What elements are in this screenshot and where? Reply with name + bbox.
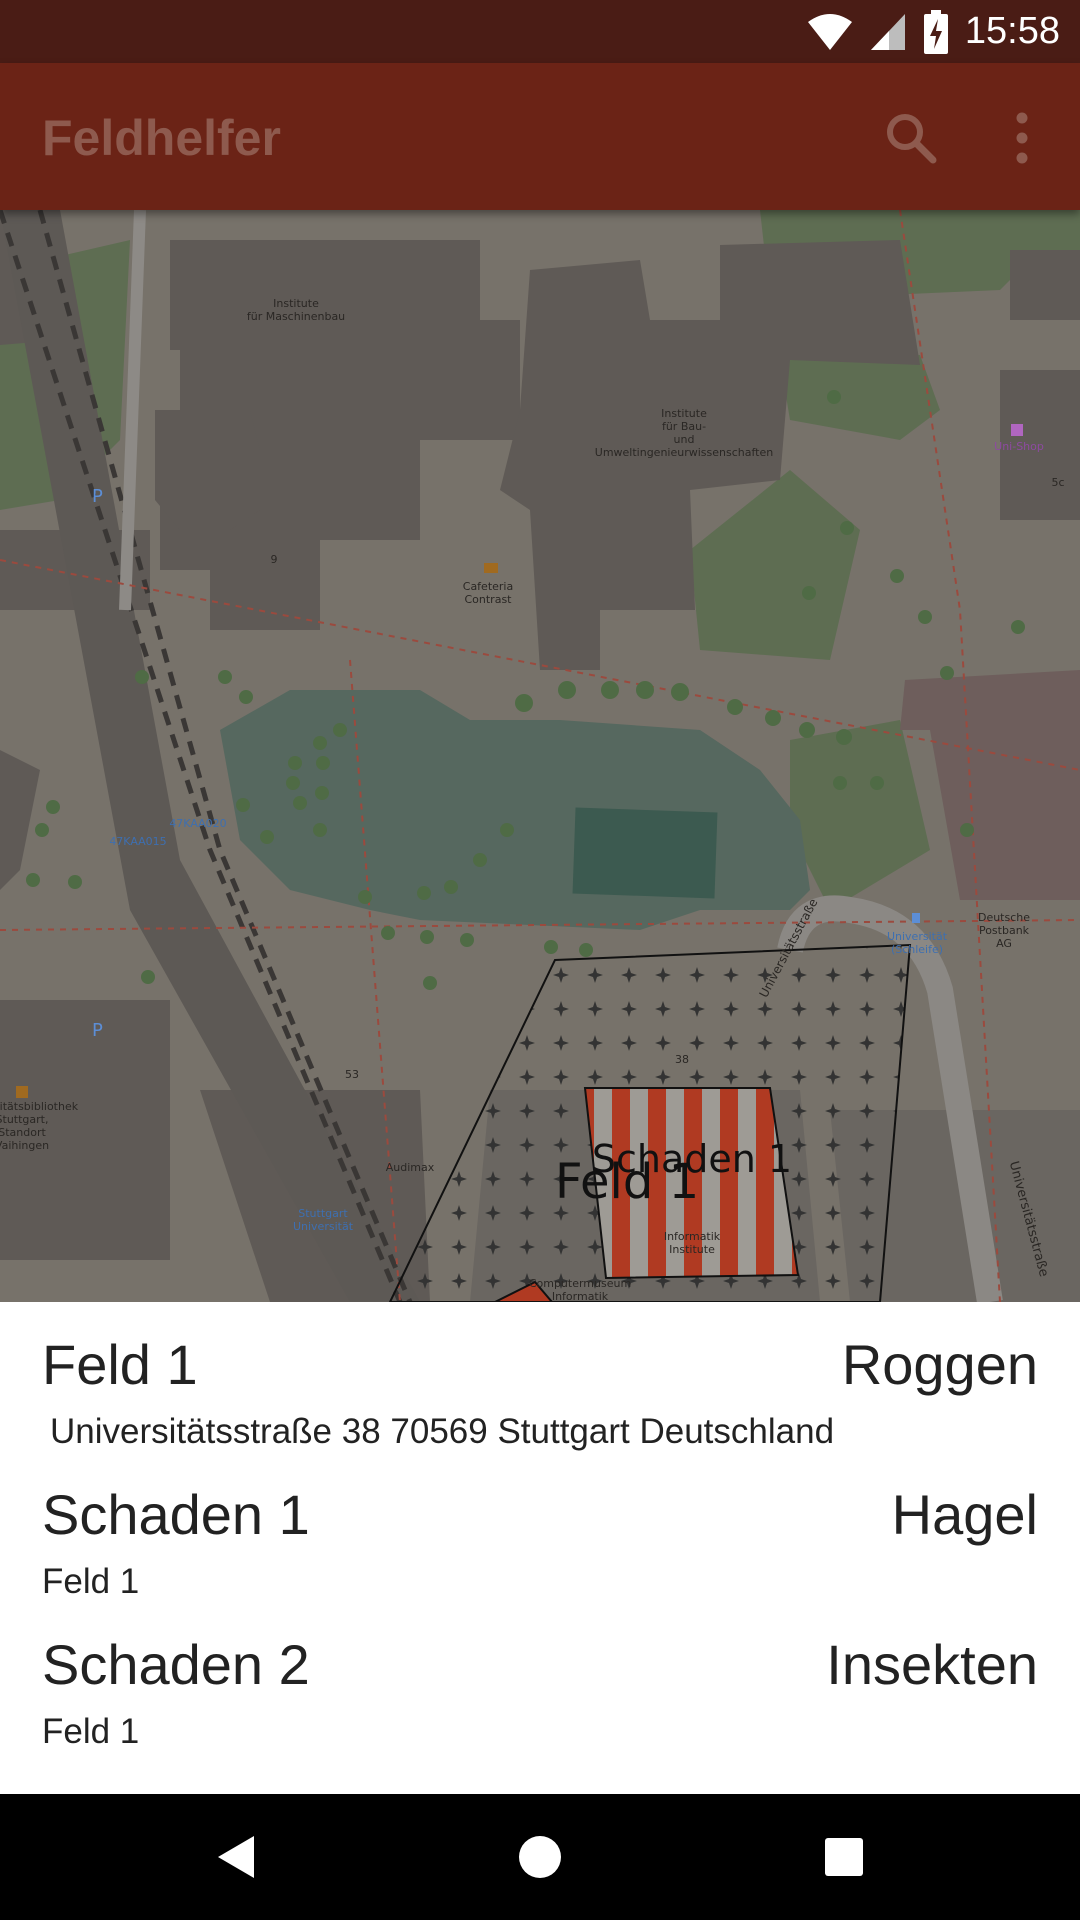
list-item-title: Feld 1	[42, 1333, 198, 1396]
navigation-bar	[0, 1794, 1080, 1920]
label-house-number: 9	[271, 553, 278, 566]
parking-icon: P	[92, 1020, 103, 1041]
label-maschinenbau: Institute	[273, 297, 319, 310]
label-audimax: Audimax	[386, 1161, 435, 1174]
label-informatik: Informatik	[664, 1230, 721, 1243]
search-icon	[887, 114, 937, 164]
pond	[572, 807, 718, 899]
label-bau: für Bau-	[662, 420, 706, 433]
map-canvas[interactable]: P P Institute für Maschinenbau Institute…	[0, 210, 1080, 1302]
list-item-title: Schaden 1	[42, 1483, 310, 1546]
list-item-address: Universitätsstraße 38 70569 Stuttgart De…	[50, 1412, 835, 1451]
wifi-icon	[807, 13, 852, 50]
building	[1010, 250, 1080, 320]
label-informatik: Institute	[669, 1243, 715, 1256]
overflow-menu-button[interactable]	[987, 103, 1057, 173]
list-item-damage-type: Hagel	[891, 1483, 1038, 1546]
status-bar: 15:58	[0, 0, 1080, 63]
app-bar: Feldhelfer	[0, 63, 1080, 210]
list-item-schaden-1[interactable]: Schaden 1 Hagel Feld 1	[42, 1472, 1038, 1602]
field-list-sheet: Feld 1 Roggen Universitätsstraße 38 7056…	[0, 1302, 1080, 1794]
shop-icon	[1011, 424, 1023, 436]
library-icon	[16, 1086, 28, 1098]
back-button[interactable]	[201, 1822, 271, 1892]
app-title: Feldhelfer	[42, 110, 281, 166]
status-time: 15:58	[964, 10, 1060, 52]
signal-icon	[870, 13, 905, 50]
label-unishop: Uni-Shop	[994, 440, 1044, 453]
more-vert-icon	[1016, 112, 1028, 164]
search-button[interactable]	[876, 103, 946, 173]
home-icon	[519, 1836, 561, 1878]
list-item-field-ref: Feld 1	[42, 1712, 140, 1751]
label-library: Stuttgart,	[0, 1113, 48, 1126]
label-station: Universität	[293, 1220, 354, 1233]
list-item-damage-type: Insekten	[826, 1633, 1038, 1696]
list-item-feld-1[interactable]: Feld 1 Roggen Universitätsstraße 38 7056…	[42, 1322, 1038, 1452]
home-button[interactable]	[505, 1822, 575, 1892]
label-house-number: 5c	[1051, 476, 1064, 489]
recents-icon	[825, 1838, 863, 1876]
status-icons: 15:58	[807, 0, 1060, 63]
label-post: Deutsche	[978, 911, 1030, 924]
label-parking-code: 47KAA015	[109, 835, 166, 848]
label-bus-stop: (Schleife)	[891, 943, 943, 956]
back-icon	[218, 1836, 254, 1878]
label-station: Stuttgart	[298, 1207, 348, 1220]
parking-icon: P	[92, 486, 103, 507]
label-museum: Computermuseum	[529, 1277, 631, 1290]
label-post: AG	[996, 937, 1012, 950]
label-bus-stop: Universität	[887, 930, 948, 943]
label-library: Vaihingen	[0, 1139, 49, 1152]
map-view[interactable]: P P Institute für Maschinenbau Institute…	[0, 210, 1080, 1302]
label-bau: Umweltingenieurwissenschaften	[595, 446, 773, 459]
label-bau: und	[674, 433, 695, 446]
damage-label: Schaden 1	[592, 1137, 792, 1181]
list-item-field-ref: Feld 1	[42, 1562, 140, 1601]
label-parking-code: 47KAA020	[169, 817, 226, 830]
label-maschinenbau: für Maschinenbau	[247, 310, 345, 323]
bus-stop-icon	[912, 913, 920, 923]
label-bau: Institute	[661, 407, 707, 420]
recents-button[interactable]	[809, 1822, 879, 1892]
cafe-icon	[484, 563, 498, 573]
label-cafeteria: Cafeteria	[463, 580, 513, 593]
list-item-crop: Roggen	[841, 1333, 1038, 1396]
label-house-number: 53	[345, 1068, 359, 1081]
list-item-title: Schaden 2	[42, 1633, 310, 1696]
label-cafeteria: Contrast	[464, 593, 512, 606]
label-museum: Informatik	[552, 1290, 609, 1302]
label-library: sitätsbibliothek	[0, 1100, 79, 1113]
battery-charging-icon	[923, 9, 948, 54]
list-item-schaden-2[interactable]: Schaden 2 Insekten Feld 1	[42, 1622, 1038, 1752]
label-library: Standort	[0, 1126, 46, 1139]
label-post: Postbank	[979, 924, 1030, 937]
label-house-number: 38	[675, 1053, 689, 1066]
building	[155, 410, 260, 530]
